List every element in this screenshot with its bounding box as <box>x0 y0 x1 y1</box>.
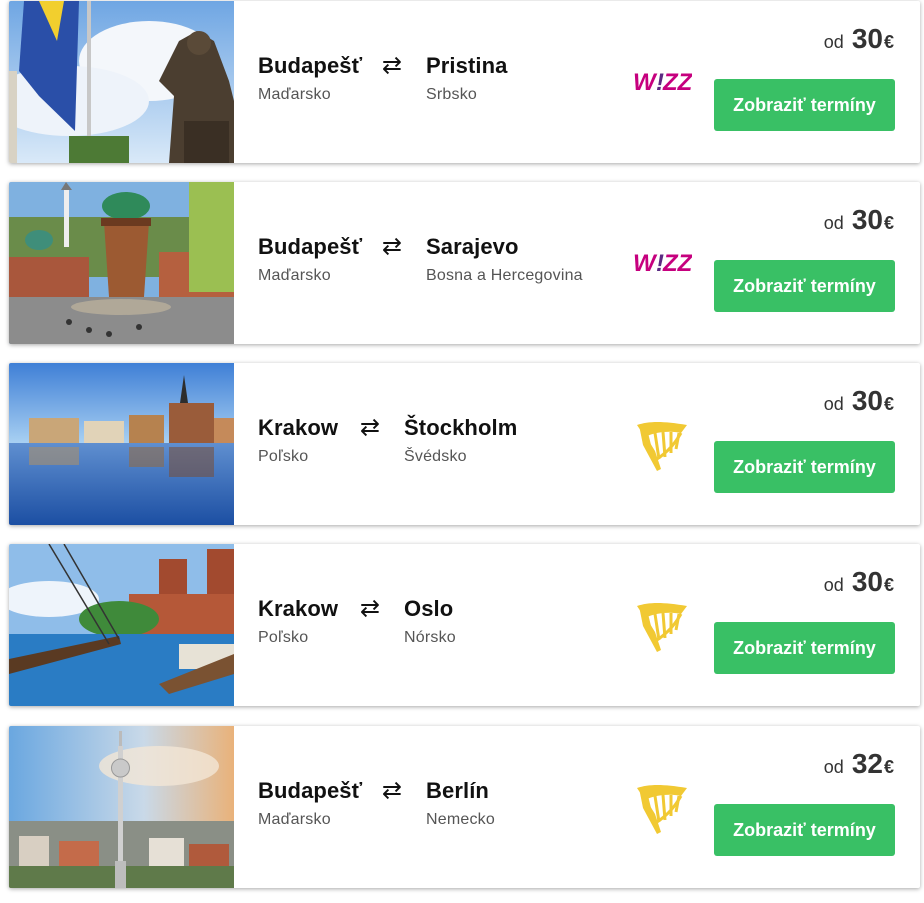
destination-city: Pristina <box>426 53 508 78</box>
ryanair-harp-logo <box>631 413 693 475</box>
route-arrows-icon: ⇄ <box>360 595 381 622</box>
ryanair-harp-logo <box>631 594 693 656</box>
origin-city: Krakow <box>258 415 339 440</box>
route-arrows-icon: ⇄ <box>382 777 403 804</box>
destination-country: Švédsko <box>404 448 467 465</box>
destination-country: Nemecko <box>426 811 495 828</box>
route-arrows-icon: ⇄ <box>360 414 381 441</box>
origin-country: Poľsko <box>258 448 309 465</box>
route-arrows-icon: ⇄ <box>382 52 403 79</box>
destination-photo <box>9 182 234 344</box>
price-prefix: od <box>823 32 844 52</box>
price: od 30 € <box>824 566 894 598</box>
price-currency: € <box>883 213 894 233</box>
ryanair-harp-logo <box>631 776 693 838</box>
show-dates-button[interactable]: Zobraziť termíny <box>714 441 895 493</box>
origin-country: Maďarsko <box>258 267 331 284</box>
flight-card[interactable]: Budapešť Maďarsko ⇄ Berlín Nemecko od 32… <box>9 726 920 888</box>
price-currency: € <box>883 32 894 52</box>
route: Krakow Poľsko ⇄ Štockholm Švédsko <box>258 415 638 485</box>
flight-card[interactable]: Budapešť Maďarsko ⇄ Sarajevo Bosna a Her… <box>9 182 920 344</box>
price-prefix: od <box>823 757 844 777</box>
price-value: 30 <box>851 204 883 235</box>
wizz-air-logo: W ! ZZ <box>631 51 693 113</box>
show-dates-button[interactable]: Zobraziť termíny <box>714 260 895 312</box>
price-value: 30 <box>851 385 883 416</box>
origin-country: Poľsko <box>258 629 309 646</box>
destination-city: Oslo <box>404 596 454 621</box>
price: od 30 € <box>824 385 894 417</box>
price: od 32 € <box>824 748 894 780</box>
destination-city: Berlín <box>426 778 489 803</box>
svg-text:W: W <box>633 250 658 277</box>
destination-country: Nórsko <box>404 629 456 646</box>
origin-city: Budapešť <box>258 53 363 78</box>
svg-text:ZZ: ZZ <box>662 250 692 277</box>
price-value: 30 <box>851 23 883 54</box>
price-currency: € <box>883 757 894 777</box>
price-prefix: od <box>823 213 844 233</box>
price: od 30 € <box>824 23 894 55</box>
show-dates-button[interactable]: Zobraziť termíny <box>714 79 895 131</box>
destination-photo <box>9 1 234 163</box>
origin-country: Maďarsko <box>258 811 331 828</box>
price-value: 32 <box>851 748 883 779</box>
flight-card[interactable]: Krakow Poľsko ⇄ Oslo Nórsko od 30 € Zobr… <box>9 544 920 706</box>
price-prefix: od <box>823 394 844 414</box>
destination-photo <box>9 544 234 706</box>
price-currency: € <box>883 575 894 595</box>
flight-deals-list: Budapešť Maďarsko ⇄ Pristina Srbsko W ! … <box>0 0 924 903</box>
price: od 30 € <box>824 204 894 236</box>
flight-card[interactable]: Budapešť Maďarsko ⇄ Pristina Srbsko W ! … <box>9 1 920 163</box>
destination-photo <box>9 363 234 525</box>
price-value: 30 <box>851 566 883 597</box>
destination-country: Bosna a Hercegovina <box>426 267 583 284</box>
origin-city: Krakow <box>258 596 339 621</box>
origin-city: Budapešť <box>258 234 363 259</box>
svg-text:W: W <box>633 69 658 96</box>
origin-country: Maďarsko <box>258 86 331 103</box>
show-dates-button[interactable]: Zobraziť termíny <box>714 804 895 856</box>
destination-country: Srbsko <box>426 86 477 103</box>
destination-city: Štockholm <box>404 415 518 440</box>
price-currency: € <box>883 394 894 414</box>
route: Budapešť Maďarsko ⇄ Sarajevo Bosna a Her… <box>258 234 638 304</box>
show-dates-button[interactable]: Zobraziť termíny <box>714 622 895 674</box>
flight-card[interactable]: Krakow Poľsko ⇄ Štockholm Švédsko od 30 … <box>9 363 920 525</box>
price-prefix: od <box>823 575 844 595</box>
destination-photo <box>9 726 234 888</box>
wizz-air-logo: W ! ZZ <box>631 232 693 294</box>
origin-city: Budapešť <box>258 778 363 803</box>
route: Budapešť Maďarsko ⇄ Pristina Srbsko <box>258 53 638 123</box>
destination-city: Sarajevo <box>426 234 519 259</box>
route-arrows-icon: ⇄ <box>382 233 403 260</box>
route: Krakow Poľsko ⇄ Oslo Nórsko <box>258 596 638 666</box>
svg-text:ZZ: ZZ <box>662 69 692 96</box>
route: Budapešť Maďarsko ⇄ Berlín Nemecko <box>258 778 638 848</box>
